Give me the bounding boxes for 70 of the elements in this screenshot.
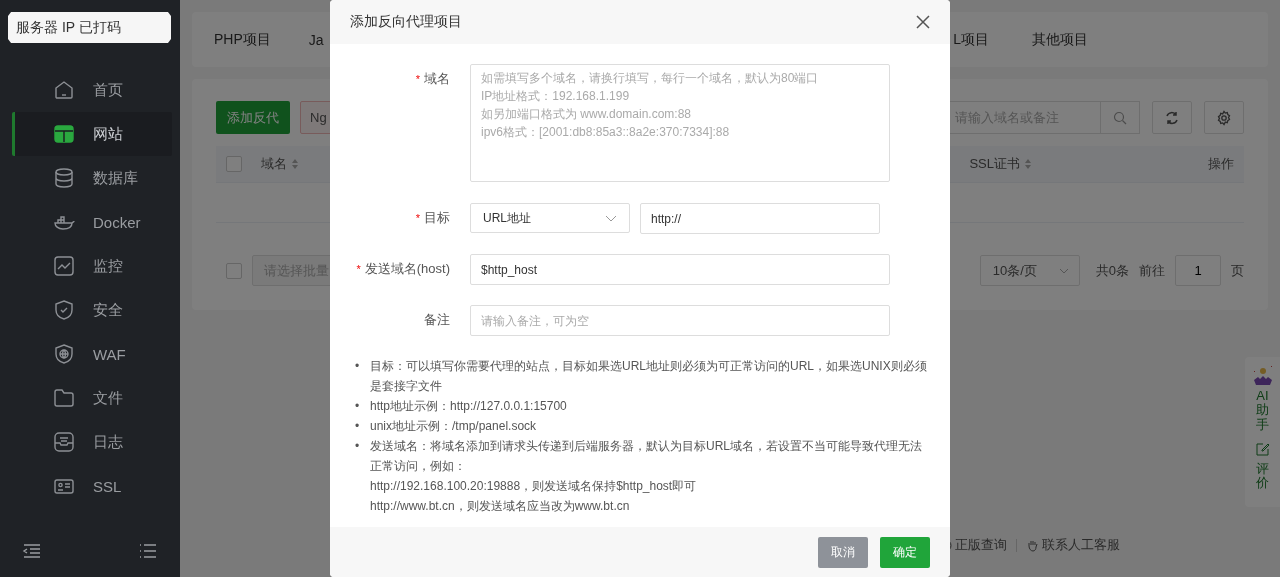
collapse-icon[interactable] xyxy=(22,543,42,559)
sidebar-item[interactable]: 监控 xyxy=(12,244,172,288)
sort-icon xyxy=(291,158,299,170)
search-icon xyxy=(1113,110,1127,125)
page-unit: 页 xyxy=(1231,261,1244,280)
home-icon xyxy=(52,78,76,102)
bullet: • xyxy=(355,418,361,435)
chevron-down-icon xyxy=(605,214,617,222)
note-text: unix地址示例：/tmp/panel.sock xyxy=(370,418,538,435)
column-header: 操作 xyxy=(1208,155,1234,173)
folder-icon xyxy=(52,386,76,410)
sidebar-item[interactable]: SSL xyxy=(12,464,172,508)
contact-support-link[interactable]: 联系人工客服 xyxy=(1026,536,1120,554)
close-icon xyxy=(916,15,930,29)
target-type-select[interactable]: URL地址 xyxy=(470,203,630,233)
browser-window-icon xyxy=(52,122,76,146)
page-size-select[interactable]: 10条/页 xyxy=(979,255,1080,286)
select-all-checkbox[interactable] xyxy=(226,156,242,172)
field-label: * 目标 xyxy=(414,209,450,227)
settings-button[interactable] xyxy=(1204,101,1244,134)
column-header[interactable]: 域名 xyxy=(261,155,299,173)
menu-icon[interactable] xyxy=(138,543,158,559)
text-field[interactable]: $http_host xyxy=(470,254,890,285)
ip-masked-label: 服务器 IP 已打码 xyxy=(8,12,171,43)
sidebar-item[interactable]: 数据库 xyxy=(12,156,172,200)
project-tab[interactable]: L项目 xyxy=(953,30,989,49)
shield-icon xyxy=(52,298,76,322)
project-tab[interactable]: PHP项目 xyxy=(214,30,271,49)
target-url-field[interactable]: http:// xyxy=(640,203,880,234)
chart-icon xyxy=(52,254,76,278)
sidebar-item[interactable]: 安全 xyxy=(12,288,172,332)
refresh-button[interactable] xyxy=(1152,101,1192,134)
database-icon xyxy=(52,166,76,190)
sidebar-item[interactable]: 首页 xyxy=(12,68,172,112)
ai-assistant-button[interactable]: AI 助手 xyxy=(1250,363,1275,432)
sidebar-item[interactable]: Docker xyxy=(12,200,172,244)
cancel-button[interactable]: 取消 xyxy=(818,536,868,568)
dialog-title: 添加反向代理项目 xyxy=(350,13,462,31)
note-line: http://192.168.100.20:19888，则发送域名保持$http_host即可 xyxy=(370,478,698,495)
sidebar-item[interactable]: 文件 xyxy=(12,376,172,420)
field-label: * 域名 xyxy=(414,70,450,88)
chevron-down-icon xyxy=(1058,267,1069,274)
page-input[interactable]: 1 xyxy=(1175,255,1221,286)
checkbox[interactable] xyxy=(226,262,242,279)
sidebar-item[interactable]: 日志 xyxy=(12,420,172,464)
note-line: http://www.bt.cn，则发送域名应当改为www.bt.cn xyxy=(370,498,631,515)
field-label: 备注 xyxy=(423,311,450,329)
confirm-button[interactable]: 确定 xyxy=(880,536,930,568)
sort-icon xyxy=(1024,158,1032,170)
note-text: http地址示例：http://127.0.0.1:15700 xyxy=(370,398,568,415)
sidebar-item[interactable]: 网站 xyxy=(12,112,172,156)
refresh-icon xyxy=(1164,109,1180,126)
text-field[interactable]: 请输入备注，可为空 xyxy=(470,305,890,336)
sidebar-item[interactable]: WAF xyxy=(12,332,172,376)
field-label: * 发送域名(host) xyxy=(355,260,450,278)
inbox-icon xyxy=(52,430,76,454)
bullet: • xyxy=(355,398,361,415)
domain-textarea[interactable]: 如需填写多个域名，请换行填写，每行一个域名，默认为80端口 IP地址格式：192.168.1.199 如另加端口格式为 www.domain.com:88 ipv6格式：[2001:db8:85a3::8a2e:370:7334]:88 xyxy=(470,64,890,182)
column-header[interactable]: SSL证书 xyxy=(969,155,1032,173)
edit-icon xyxy=(1255,441,1270,456)
project-tab[interactable]: 其他项目 xyxy=(1032,30,1088,49)
bullet: • xyxy=(355,358,361,375)
bullet: • xyxy=(355,438,361,455)
shield-globe-icon xyxy=(52,342,76,366)
project-tab[interactable]: Ja xyxy=(308,31,324,48)
total-count: 共0条 xyxy=(1095,261,1129,280)
goto-label: 前往 xyxy=(1139,261,1165,280)
review-button[interactable]: 评价 xyxy=(1255,441,1270,491)
close-button[interactable] xyxy=(916,15,930,29)
settings-icon xyxy=(1216,109,1232,126)
